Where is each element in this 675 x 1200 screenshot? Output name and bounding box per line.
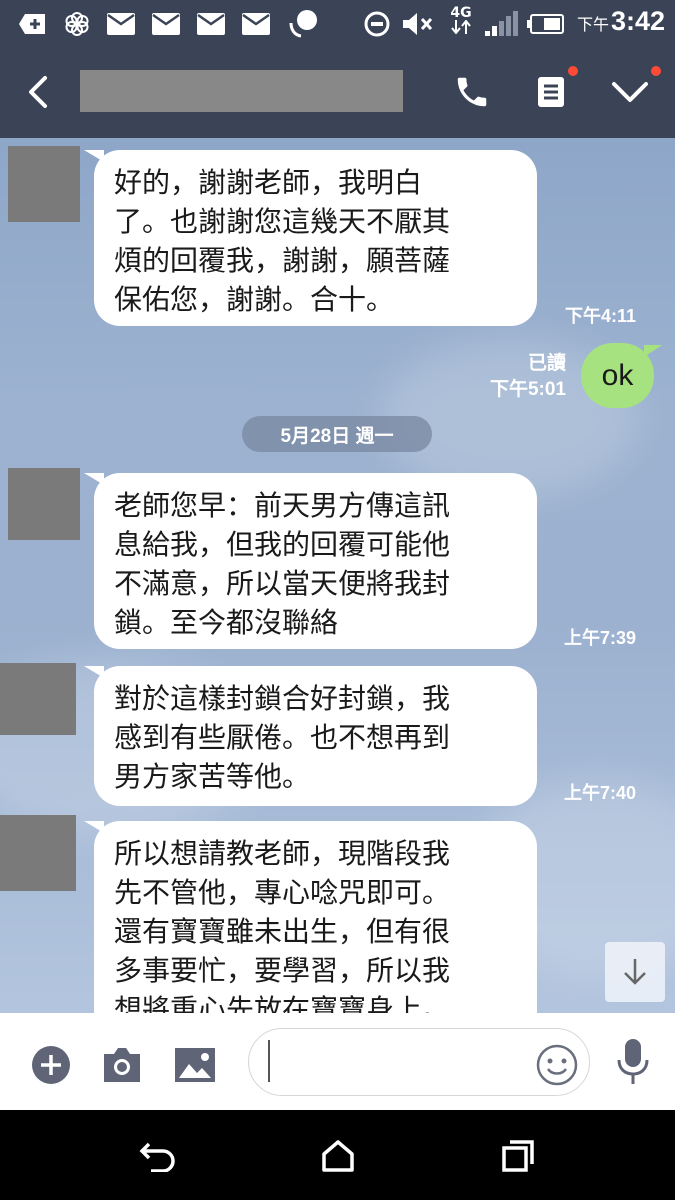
- emoji-icon: [536, 1044, 578, 1086]
- message-bubble[interactable]: 對於這樣封鎖合好封鎖，我 感到有些厭倦。也不想再到 男方家苦等他。: [84, 666, 537, 806]
- camera-icon: [104, 1048, 140, 1082]
- voice-button[interactable]: [612, 1038, 654, 1086]
- contact-name[interactable]: [80, 70, 403, 112]
- message-time: 下午5:01: [489, 379, 566, 400]
- emoji-button[interactable]: [534, 1041, 580, 1089]
- back-button[interactable]: [14, 68, 62, 116]
- network-indicator: 4G: [446, 6, 476, 34]
- mail-icon: [196, 10, 226, 38]
- image-icon: [175, 1048, 215, 1082]
- chevron-left-icon: [29, 76, 47, 108]
- call-button[interactable]: [448, 68, 496, 116]
- gallery-button[interactable]: [173, 1041, 217, 1089]
- plus-box-icon: [18, 10, 48, 38]
- avatar[interactable]: [8, 468, 80, 540]
- battery-icon: [526, 10, 566, 38]
- messenger-icon: [287, 10, 321, 38]
- notes-icon: [538, 77, 564, 107]
- notes-badge: [568, 66, 578, 76]
- flower-icon: [62, 10, 92, 38]
- avatar[interactable]: [0, 815, 76, 891]
- scroll-to-bottom-button[interactable]: [605, 942, 665, 1002]
- text-cursor: [268, 1040, 270, 1082]
- mail-icon: [151, 10, 181, 38]
- chevron-down-icon: [612, 82, 648, 102]
- status-time-ampm: 下午: [576, 17, 609, 34]
- notes-button[interactable]: [527, 68, 575, 116]
- status-time-clock: 3:42: [610, 6, 665, 36]
- message-bubble[interactable]: 好的，謝謝老師，我明白 了。也謝謝您這幾天不厭其 煩的回覆我，謝謝，願菩薩 保佑…: [84, 150, 537, 326]
- menu-badge: [651, 66, 661, 76]
- read-receipt-block: 已讀 下午5:01: [470, 351, 566, 403]
- avatar[interactable]: [8, 146, 80, 222]
- status-time: 下午3:42: [577, 6, 665, 37]
- date-divider: 5月28日 週一: [242, 416, 432, 452]
- signal-icon: [483, 10, 519, 38]
- message-time: 上午7:40: [563, 783, 636, 803]
- do-not-disturb-icon: [362, 10, 392, 38]
- network-label: 4G: [450, 5, 472, 21]
- message-bubble[interactable]: 老師您早：前天男方傳這訊 息給我，但我的回覆可能他 不滿意，所以當天便將我封 鎖…: [84, 473, 537, 649]
- add-circle-icon: [32, 1046, 70, 1084]
- message-time: 上午7:39: [563, 628, 636, 648]
- mute-icon: [400, 10, 436, 38]
- nav-recents-button[interactable]: [494, 1132, 542, 1180]
- recents-icon: [502, 1140, 534, 1172]
- nav-back-button[interactable]: [134, 1132, 182, 1180]
- mail-icon: [106, 10, 136, 38]
- message-bubble[interactable]: 所以想請教老師，現階段我 先不管他，專心唸咒即可。 還有寶寶雖未出生，但有很 多…: [84, 821, 537, 1013]
- read-status: 已讀: [527, 353, 566, 374]
- phone-icon: [457, 77, 487, 107]
- home-icon: [322, 1140, 354, 1172]
- microphone-icon: [617, 1039, 649, 1084]
- add-button[interactable]: [30, 1041, 72, 1089]
- nav-home-button[interactable]: [314, 1132, 362, 1180]
- back-arrow-icon: [139, 1142, 175, 1172]
- menu-button[interactable]: [606, 68, 654, 116]
- message-time: 下午4:11: [564, 306, 636, 326]
- status-bar: 4G 下午3:42: [0, 0, 675, 48]
- camera-button[interactable]: [100, 1041, 144, 1089]
- avatar[interactable]: [0, 663, 76, 735]
- outgoing-message-bubble[interactable]: ok: [581, 343, 662, 408]
- mail-icon: [241, 10, 271, 38]
- arrow-down-icon: [624, 959, 646, 985]
- chat-area[interactable]: 好的，謝謝老師，我明白 了。也謝謝您這幾天不厭其 煩的回覆我，謝謝，願菩薩 保佑…: [0, 138, 675, 1013]
